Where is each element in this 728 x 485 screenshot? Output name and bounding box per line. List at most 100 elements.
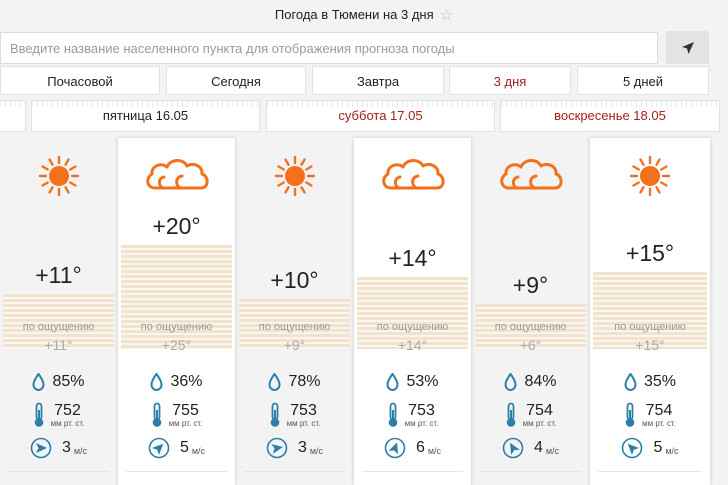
page-title: Погода в Тюмени на 3 дня	[274, 7, 434, 22]
day-header-previous	[0, 100, 26, 132]
wind-speed-value: 5	[179, 439, 189, 456]
temperature-value: +11°	[35, 262, 82, 288]
forecast-period: +14° по ощущению +14° 53% 753 мм рт. ст. 6…	[354, 138, 471, 485]
wind-row: 6 м/с	[354, 435, 471, 461]
day-header-sunday: воскресенье 18.05	[500, 100, 720, 132]
temperature-value: +15°	[625, 240, 675, 266]
column-divider	[598, 471, 702, 472]
search-row	[0, 30, 728, 66]
feels-like-value: +25°	[161, 337, 192, 353]
wind-speed-unit: м/с	[309, 445, 324, 456]
feels-like-label: по ощущению	[140, 321, 213, 333]
pressure-unit: мм рт. ст.	[404, 419, 439, 428]
wind-speed-unit: м/с	[665, 445, 679, 456]
humidity-row: 53%	[354, 370, 471, 394]
tab-5-days[interactable]: 5 дней	[577, 66, 709, 95]
forecast-period: +9° по ощущению +6° 84% 754 мм рт. ст. 4 м…	[472, 138, 589, 485]
wind-direction-icon	[502, 437, 524, 459]
location-arrow-icon	[681, 41, 694, 54]
water-drop-icon	[386, 373, 399, 391]
wind-speed-unit: м/с	[73, 445, 88, 456]
wind-speed-value: 6	[415, 439, 425, 456]
tab-3-days[interactable]: 3 дня	[449, 66, 571, 95]
forecast-period: +11° по ощущению +11° 85% 752 мм рт. ст. 3…	[0, 138, 117, 485]
search-input[interactable]	[0, 32, 658, 64]
pressure-value: 754	[526, 402, 553, 419]
humidity-value: 53%	[406, 373, 439, 390]
wind-row: 3 м/с	[236, 435, 353, 461]
feels-like-value: +6°	[519, 337, 542, 353]
humidity-row: 78%	[236, 370, 353, 394]
pressure-unit: мм рт. ст.	[522, 419, 557, 428]
star-icon[interactable]: ☆	[440, 1, 453, 31]
forecast-period: +20° по ощущению +25° 36% 755 мм рт. ст. 5…	[118, 138, 235, 485]
day-header-friday: пятница 16.05	[31, 100, 260, 132]
humidity-value: 36%	[170, 373, 203, 390]
tab-hourly[interactable]: Почасовой	[0, 66, 160, 95]
pressure-row: 752 мм рт. ст.	[0, 400, 117, 430]
pressure-value: 752	[54, 402, 81, 419]
feels-like-label: по ощущению	[494, 321, 567, 333]
column-divider	[480, 471, 581, 472]
column-divider	[126, 471, 227, 472]
pressure-value: 754	[645, 402, 673, 419]
feels-like-label: по ощущению	[376, 321, 449, 333]
thermometer-icon	[270, 402, 279, 427]
thermometer-icon	[152, 402, 161, 427]
thermometer-icon	[388, 402, 397, 427]
pressure-unit: мм рт. ст.	[286, 419, 321, 428]
wind-direction-icon	[384, 437, 406, 459]
water-drop-icon	[504, 373, 517, 391]
pressure-unit: мм рт. ст.	[168, 419, 203, 428]
pressure-row: 755 мм рт. ст.	[118, 400, 235, 430]
thermometer-icon	[625, 402, 635, 427]
locate-button[interactable]	[666, 31, 709, 64]
forecast-columns: +11° по ощущению +11° 85% 752 мм рт. ст. 3…	[0, 138, 728, 485]
wind-direction-icon	[622, 437, 643, 459]
feels-like-label: по ощущению	[22, 321, 95, 333]
water-drop-icon	[150, 373, 163, 391]
temperature-value: +10°	[270, 267, 319, 293]
feels-like-value: +14°	[397, 337, 428, 353]
tab-tomorrow[interactable]: Завтра	[312, 66, 444, 95]
water-drop-icon	[624, 373, 637, 391]
cloud-icon	[354, 154, 471, 198]
wind-speed-unit: м/с	[191, 445, 206, 456]
wind-speed-unit: м/с	[545, 445, 560, 456]
forecast-period: +15° по ощущению +15° 35% 754 мм рт. ст. 5…	[590, 138, 710, 485]
temperature-value: +14°	[388, 245, 437, 271]
wind-row: 3 м/с	[0, 435, 117, 461]
wind-direction-icon	[30, 437, 52, 459]
forecast-period: +10° по ощущению +9° 78% 753 мм рт. ст. 3 …	[236, 138, 353, 485]
column-divider	[362, 471, 463, 472]
pressure-row: 754 мм рт. ст.	[590, 400, 710, 430]
thermometer-icon	[34, 402, 43, 427]
day-header-saturday: суббота 17.05	[266, 100, 495, 132]
column-divider	[8, 471, 109, 472]
pressure-value: 753	[290, 402, 317, 419]
feels-like-label: по ощущению	[614, 321, 686, 333]
wind-speed-value: 3	[61, 439, 71, 456]
wind-row: 5 м/с	[590, 435, 710, 461]
wind-direction-icon	[148, 437, 170, 459]
sun-icon	[590, 154, 710, 198]
page-title-bar: Погода в Тюмени на 3 дня ☆	[0, 0, 728, 30]
humidity-row: 35%	[590, 370, 710, 394]
cloud-icon	[118, 154, 235, 198]
humidity-value: 78%	[288, 373, 321, 390]
wind-speed-value: 4	[533, 439, 543, 456]
humidity-value: 85%	[52, 373, 85, 390]
tab-today[interactable]: Сегодня	[166, 66, 306, 95]
water-drop-icon	[32, 373, 45, 391]
humidity-value: 84%	[524, 373, 557, 390]
wind-direction-icon	[266, 437, 288, 459]
feels-like-label: по ощущению	[258, 321, 331, 333]
pressure-row: 754 мм рт. ст.	[472, 400, 589, 430]
column-divider	[244, 471, 345, 472]
pressure-unit: мм рт. ст.	[642, 419, 676, 428]
feels-like-value: +15°	[635, 337, 665, 353]
wind-speed-value: 3	[297, 439, 307, 456]
pressure-row: 753 мм рт. ст.	[236, 400, 353, 430]
temperature-value: +9°	[512, 272, 549, 298]
wind-speed-value: 5	[653, 439, 663, 456]
